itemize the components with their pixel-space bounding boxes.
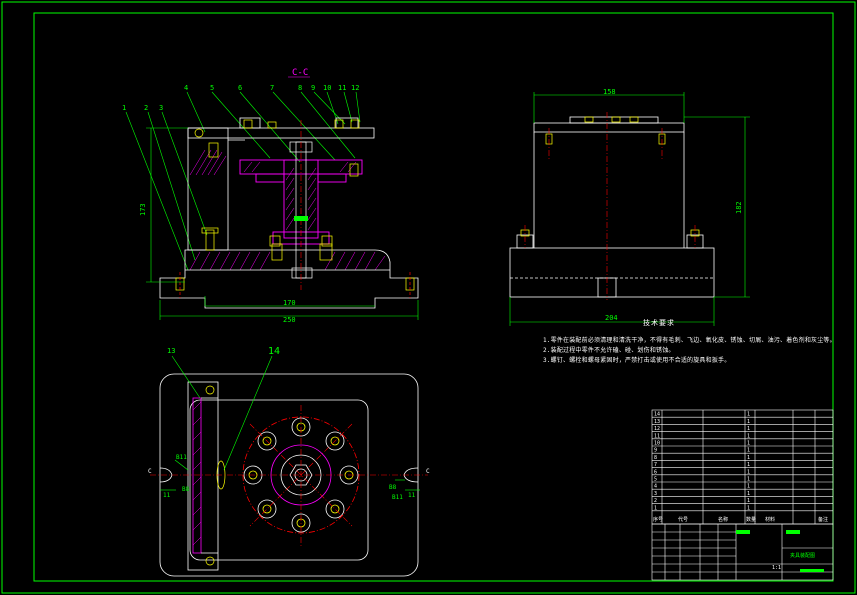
dim-front-height: 173 — [139, 203, 147, 216]
base-hatch — [189, 251, 386, 271]
upright-hatch — [189, 149, 227, 176]
side-view: 158 182 204 — [509, 88, 750, 326]
part-number: 3 — [159, 104, 163, 112]
part-number: 12 — [351, 84, 359, 92]
outer-frame — [1, 1, 856, 594]
part-number: 9 — [311, 84, 315, 92]
dim-side-height: 182 — [735, 201, 743, 214]
plan-plate-bolts — [205, 385, 226, 566]
title-block-name: 夹具装配图 — [790, 552, 815, 559]
front-dimensions — [146, 127, 419, 320]
tech-requirement-item: 1.零件在装配前必须清理和清洗干净，不得有毛刺、飞边、氧化皮、锈蚀、切屑、油污、… — [543, 337, 836, 344]
plan-part-number: 13 — [167, 347, 175, 355]
part-number: 7 — [270, 84, 274, 92]
plan-leaders — [160, 355, 420, 491]
top-plate — [187, 117, 375, 139]
left-upright — [187, 127, 245, 251]
part-number: 4 — [184, 84, 188, 92]
dim-side-base-width: 204 — [605, 314, 618, 322]
table-row-number: 8 — [654, 455, 657, 461]
table-row-qty: 1 — [747, 491, 750, 497]
table-header: 名称 — [718, 516, 728, 523]
plan-fit-label: B11 — [392, 494, 403, 501]
table-row-qty: 1 — [747, 433, 750, 439]
table-row-number: 5 — [654, 477, 657, 483]
part-leaders — [125, 91, 361, 271]
side-bolts — [520, 116, 700, 237]
column-bolts — [269, 163, 359, 261]
part-numbers: 1 2 3 4 5 6 7 8 9 10 11 12 — [122, 84, 359, 112]
dim-side-top-width: 158 — [603, 88, 616, 96]
front-section-view: C-C 1 2 3 4 5 6 7 8 9 10 11 12 173 170 2… — [122, 68, 419, 324]
plan-locating-plate — [187, 381, 219, 571]
table-row-qty: 1 — [747, 448, 750, 454]
table-header: 备注 — [818, 516, 828, 523]
cad-drawing: C-C 1 2 3 4 5 6 7 8 9 10 11 12 173 170 2… — [1, 1, 856, 594]
tech-requirement-item: 3.螺钉、螺栓和螺母紧固时，严禁打击或使用不合适的旋具和扳手。 — [543, 357, 731, 364]
table-row-number: 10 — [654, 441, 660, 447]
table-row-qty: 1 — [747, 498, 750, 504]
table-header: 材料 — [765, 516, 775, 523]
plan-fit-label: B8 — [182, 486, 190, 493]
table-row-qty: 1 — [747, 455, 750, 461]
tech-requirement-item: 2.装配过程中零件不允许磕、碰、划伤和锈蚀。 — [543, 347, 675, 354]
top-plate-bolts — [243, 119, 360, 129]
side-centerlines — [524, 112, 696, 300]
table-row-qty: 1 — [747, 484, 750, 490]
table-row-qty: 1 — [747, 412, 750, 418]
table-row-number: 7 — [654, 462, 657, 468]
plan-fit-label: B11 — [176, 454, 187, 461]
part-number: 2 — [144, 104, 148, 112]
plan-fit-label: B8 — [389, 484, 397, 491]
table-row-number: 3 — [654, 491, 657, 497]
part-number: 10 — [323, 84, 331, 92]
tech-requirements-title: 技术要求 — [643, 319, 675, 327]
part-number: 11 — [338, 84, 346, 92]
part-number: 5 — [210, 84, 214, 92]
table-header: 数量 — [746, 516, 756, 523]
part-number: 1 — [122, 104, 126, 112]
plan-section-mark: C — [426, 468, 430, 475]
upright-bolts — [194, 128, 219, 251]
table-row-qty: 1 — [747, 477, 750, 483]
table-row-qty: 1 — [747, 419, 750, 425]
table-row-qty: 1 — [747, 505, 750, 511]
dim-front-overall-width: 250 — [283, 316, 296, 324]
plan-part-number: 14 — [268, 346, 280, 357]
table-row-number: 6 — [654, 469, 657, 475]
table-row-number: 11 — [654, 433, 660, 439]
table-row-qty: 1 — [747, 462, 750, 468]
table-row-number: 13 — [654, 419, 660, 425]
title-block-scale: 1:1 — [772, 565, 781, 571]
table-row-number: 14 — [654, 412, 660, 418]
dim-front-inner-width: 170 — [283, 299, 296, 307]
plan-mark: 11 — [408, 492, 416, 499]
table-row-number: 2 — [654, 498, 657, 504]
table-row-qty: 1 — [747, 426, 750, 432]
plan-view: 13 14 C C B11 B8 B8 B11 11 11 — [148, 346, 430, 577]
table-row-qty: 1 — [747, 469, 750, 475]
plan-plate-hatch — [192, 401, 202, 546]
table-row-number: 12 — [654, 426, 660, 432]
plan-section-mark: C — [148, 468, 152, 475]
plan-centerlines — [150, 405, 428, 548]
part-number: 8 — [298, 84, 302, 92]
plan-mark: 11 — [163, 492, 171, 499]
section-title: C-C — [292, 68, 308, 78]
table-row-number: 9 — [654, 448, 657, 454]
side-outline — [509, 116, 715, 298]
part-number: 6 — [238, 84, 242, 92]
table-header: 代号 — [678, 516, 688, 523]
table-row-number: 4 — [654, 484, 657, 490]
base-bolts — [175, 272, 415, 298]
table-row-qty: 1 — [747, 441, 750, 447]
table-header: 序号 — [653, 516, 663, 523]
table-row-number: 1 — [654, 505, 657, 511]
